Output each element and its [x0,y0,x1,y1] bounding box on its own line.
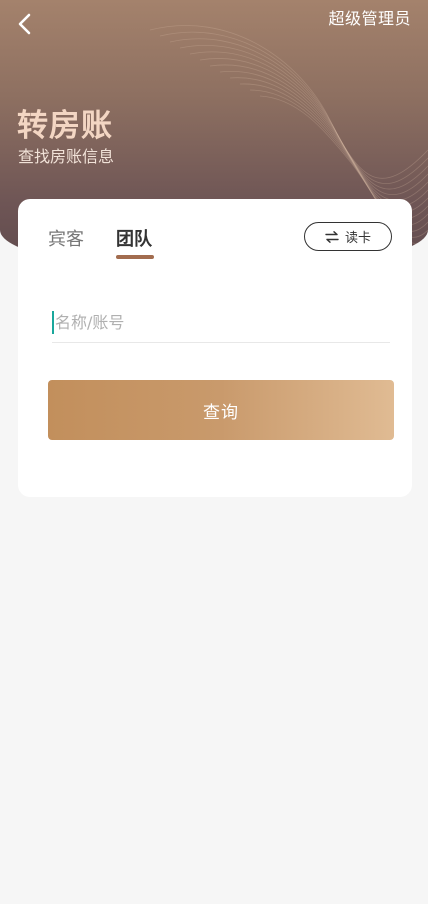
user-role-label: 超级管理员 [328,9,411,28]
search-input[interactable] [55,304,385,340]
tab-team[interactable]: 团队 [116,225,152,251]
back-button[interactable] [10,10,38,38]
chevron-left-icon [18,13,31,35]
tab-guest[interactable]: 宾客 [48,225,84,251]
page-title: 转房账 [17,108,113,144]
search-card: 宾客 团队 读卡 查询 [18,199,412,497]
text-caret [52,311,54,334]
read-card-label: 读卡 [344,231,371,246]
query-button[interactable]: 查询 [48,380,394,440]
active-tab-indicator [116,255,154,259]
query-button-label: 查询 [203,402,239,423]
page-subtitle: 查找房账信息 [18,147,115,166]
search-field [52,304,390,343]
swap-arrows-icon [325,230,339,243]
read-card-button[interactable]: 读卡 [304,222,392,251]
